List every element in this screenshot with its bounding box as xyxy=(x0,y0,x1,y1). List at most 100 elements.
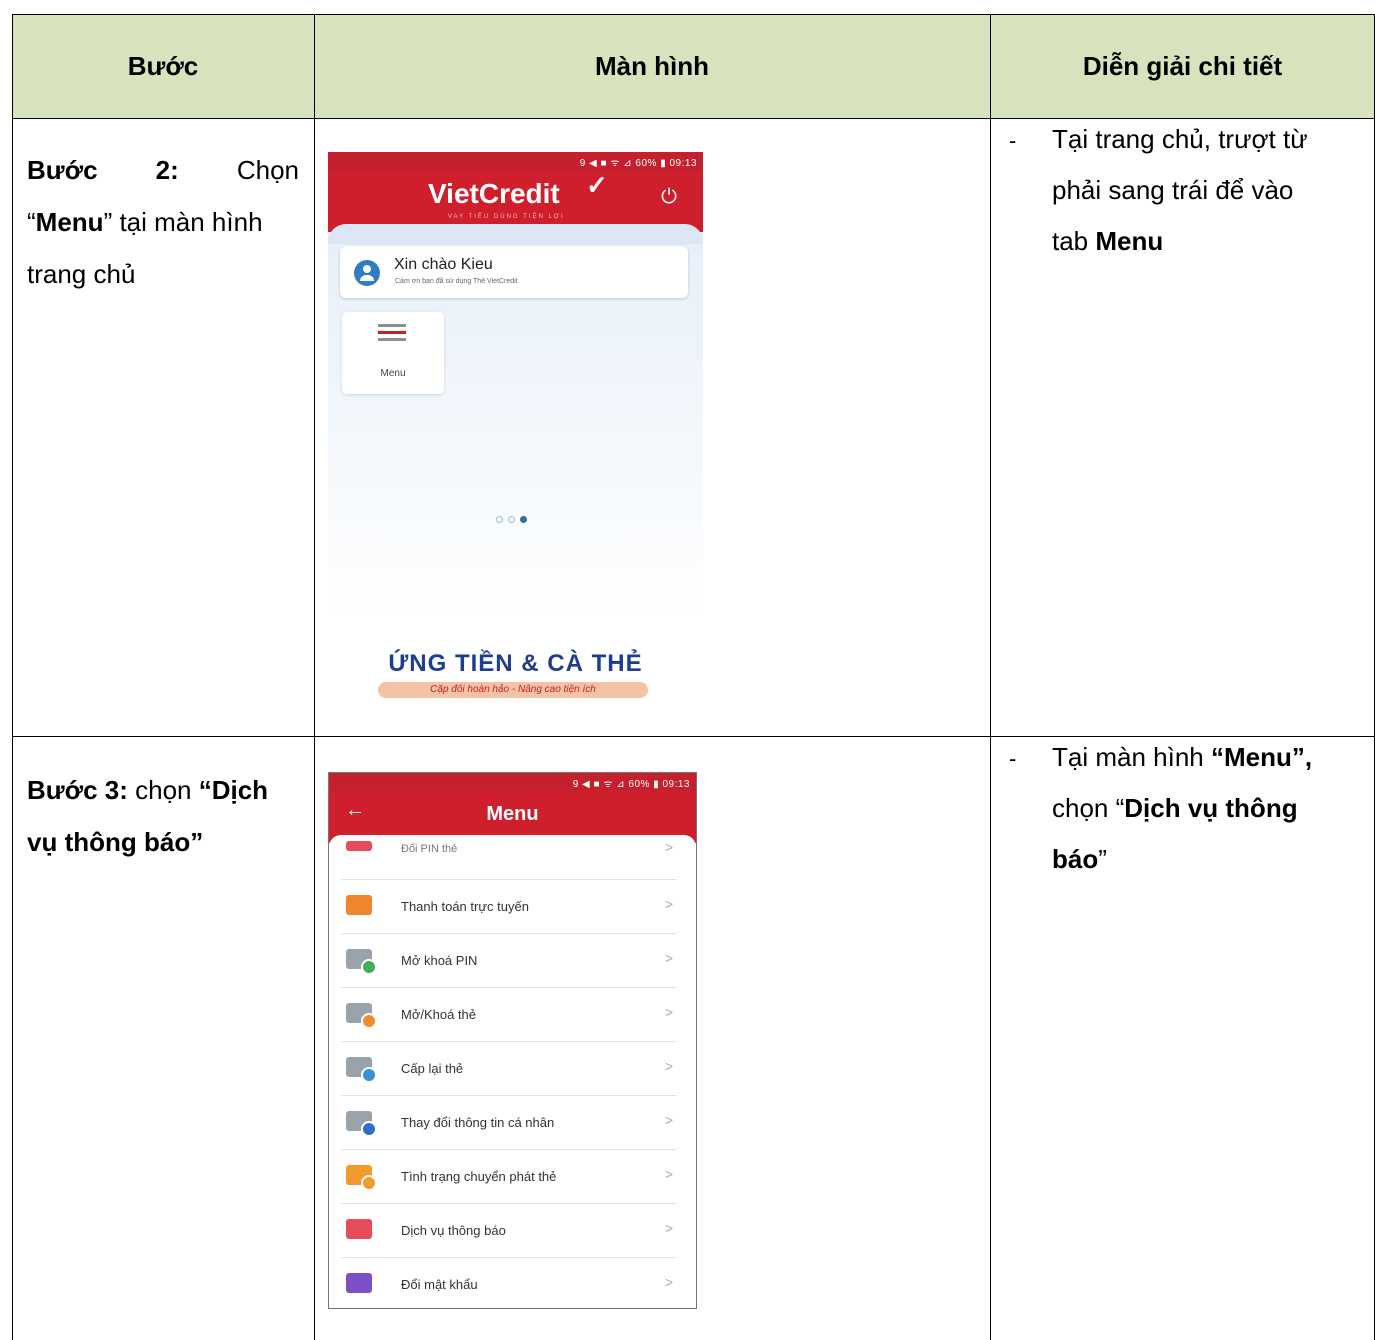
menu-item[interactable]: Đổi mật khẩu > xyxy=(341,1257,677,1308)
badge-icon xyxy=(361,1175,377,1191)
menu-tile[interactable]: Menu xyxy=(342,312,444,394)
promo-subtitle: Cặp đôi hoàn hảo - Nâng cao tiện ích xyxy=(378,682,648,698)
step3-instruction: Bước 3: chọn “Dịch vụ thông báo” xyxy=(27,764,307,868)
greeting-subtext: Cảm ơn bạn đã sử dụng Thẻ VietCredit xyxy=(395,278,518,285)
step2-line3: trang chủ xyxy=(27,259,136,289)
logo-check-icon: ✓ xyxy=(586,170,608,200)
menu-item[interactable]: Thay đổi thông tin cá nhân > xyxy=(341,1095,677,1150)
quote-open: “ xyxy=(27,207,36,237)
status-bar: 9 ◀ ■ ᯤ ⊿ 60% ▮ 09:13 xyxy=(328,152,703,172)
step3-desc-line3: báo” xyxy=(1052,834,1368,885)
header-description: Diễn giải chi tiết xyxy=(1082,50,1283,81)
step2-desc-line1: Tại trang chủ, trượt từ xyxy=(1052,124,1308,154)
step2-menu-bold: Menu xyxy=(35,207,104,237)
step3-desc-bao: báo xyxy=(1052,844,1099,874)
step3-description: Tại màn hình “Menu”, chọn “Dịch vụ thông… xyxy=(1052,732,1368,885)
table-border-left xyxy=(12,14,13,1340)
menu-item-label: Tình trạng chuyển phát thẻ xyxy=(401,1169,557,1184)
chevron-right-icon: > xyxy=(664,1058,673,1074)
menu-item-label: Cấp lại thẻ xyxy=(401,1061,464,1076)
chevron-right-icon: > xyxy=(664,896,673,912)
step2-desc-tab: tab xyxy=(1052,226,1096,256)
home-screen-screenshot: 9 ◀ ■ ᯤ ⊿ 60% ▮ 09:13 VietCredit ✓ VAY T… xyxy=(328,152,703,700)
step3-line2: vụ thông báo” xyxy=(27,816,307,868)
menu-item[interactable]: Mở/Khoá thẻ > xyxy=(341,987,677,1042)
step3-line1: Bước 3: chọn “Dịch xyxy=(27,764,307,816)
menu-item-label: Thanh toán trực tuyến xyxy=(401,899,529,914)
badge-icon xyxy=(361,959,377,975)
step2-number: 2: xyxy=(155,155,179,185)
header-curve xyxy=(328,224,703,244)
page-dot-active xyxy=(520,516,527,523)
logo-tagline: VAY TIÊU DÙNG TIỆN LỢI xyxy=(448,214,565,220)
status-text: 9 ◀ ■ ᯤ ⊿ 60% ▮ 09:13 xyxy=(572,779,690,790)
page-dot xyxy=(508,516,515,523)
step2-line1: Bước 2: Chọn xyxy=(27,144,299,196)
menu-title: Menu xyxy=(486,803,539,825)
step3-desc-menu: “Menu”, xyxy=(1210,742,1313,772)
menu-screen-screenshot: 9 ◀ ■ ᯤ ⊿ 60% ▮ 09:13 ← Menu Đổi PIN thẻ… xyxy=(328,772,697,1309)
step2-dash: - xyxy=(1009,128,1017,153)
menu-item-label: Đổi PIN thẻ xyxy=(401,843,458,855)
step3-desc-line1: Tại màn hình “Menu”, xyxy=(1052,732,1368,783)
badge-icon xyxy=(361,1013,377,1029)
menu-tile-label: Menu xyxy=(380,368,406,379)
menu-item-label: Dịch vụ thông báo xyxy=(401,1223,506,1238)
step2-instruction: Bước 2: Chọn “Menu” tại màn hình trang c… xyxy=(27,144,299,300)
step3-quote: “Dịch xyxy=(198,775,269,805)
step3-dash: - xyxy=(1009,746,1017,771)
chevron-right-icon: > xyxy=(664,1112,673,1128)
greeting-card: Xin chào Kieu Cảm ơn bạn đã sử dụng Thẻ … xyxy=(340,246,688,298)
change-password-icon xyxy=(346,1273,372,1293)
step3-desc-line2: chọn “Dịch vụ thông xyxy=(1052,783,1368,834)
instruction-table: Bước Màn hình Diễn giải chi tiết Bước 2:… xyxy=(12,14,1375,1340)
menu-item[interactable]: Dịch vụ thông báo > xyxy=(341,1203,677,1258)
menu-item-label: Mở/Khoá thẻ xyxy=(401,1007,477,1022)
step2-description: Tại trang chủ, trượt từ phải sang trái đ… xyxy=(1052,114,1368,267)
notification-bell-icon xyxy=(346,1219,372,1239)
promo-title: ỨNG TIỀN & CÀ THẺ xyxy=(388,650,643,677)
vietcredit-logo: VietCredit xyxy=(428,178,560,209)
menu-item-label: Mở khoá PIN xyxy=(401,953,478,968)
menu-item[interactable]: Mở khoá PIN > xyxy=(341,933,677,988)
step2-desc-menu: Menu xyxy=(1095,226,1164,256)
chevron-right-icon: > xyxy=(664,950,673,966)
step2-desc-line3: tab Menu xyxy=(1052,216,1368,267)
menu-item[interactable]: Thanh toán trực tuyến > xyxy=(341,879,677,934)
table-header-row: Bước Màn hình Diễn giải chi tiết xyxy=(12,14,1375,118)
menu-item-partial[interactable]: Đổi PIN thẻ > xyxy=(341,829,677,880)
header-step: Bước xyxy=(127,50,199,81)
chevron-right-icon: > xyxy=(664,1004,673,1020)
step3-label: Bước 3: xyxy=(27,775,128,805)
step2-line2: “Menu” tại màn hình xyxy=(27,196,299,248)
table-border-col1 xyxy=(314,14,315,1340)
step2-label: Bước xyxy=(27,155,98,185)
header-screen: Màn hình xyxy=(594,50,710,81)
menu-item[interactable]: Cấp lại thẻ > xyxy=(341,1041,677,1096)
step3-action: chọn xyxy=(127,775,199,805)
step2-desc-line2: phải sang trái để vào xyxy=(1052,175,1294,205)
page-indicator xyxy=(496,516,536,524)
chevron-right-icon: > xyxy=(664,1274,673,1290)
badge-icon xyxy=(361,1067,377,1083)
chevron-right-icon: > xyxy=(664,1166,673,1182)
user-avatar-icon xyxy=(354,260,380,286)
menu-icon xyxy=(378,324,406,344)
step3-line2-bold: vụ thông báo” xyxy=(27,827,204,857)
chevron-right-icon: > xyxy=(664,1220,673,1236)
step2-action: Chọn xyxy=(236,155,299,185)
table-border-col2 xyxy=(990,14,991,1340)
step3-desc-choose: chọn “ xyxy=(1052,793,1125,823)
menu-item-label: Thay đổi thông tin cá nhân xyxy=(401,1115,555,1130)
page-dot xyxy=(496,516,503,523)
step3-desc-quote-close: ” xyxy=(1098,844,1107,874)
pin-card-icon xyxy=(346,841,372,851)
power-icon[interactable]: ⏻ xyxy=(656,184,682,210)
badge-icon xyxy=(361,1121,377,1137)
menu-item[interactable]: Tình trạng chuyển phát thẻ > xyxy=(341,1149,677,1204)
menu-item-label: Đổi mật khẩu xyxy=(401,1277,478,1292)
step2-line2-rest: ” tại màn hình xyxy=(103,207,263,237)
status-bar: 9 ◀ ■ ᯤ ⊿ 60% ▮ 09:13 xyxy=(329,773,696,791)
table-border-top xyxy=(12,14,1375,15)
status-text: 9 ◀ ■ ᯤ ⊿ 60% ▮ 09:13 xyxy=(579,158,697,169)
